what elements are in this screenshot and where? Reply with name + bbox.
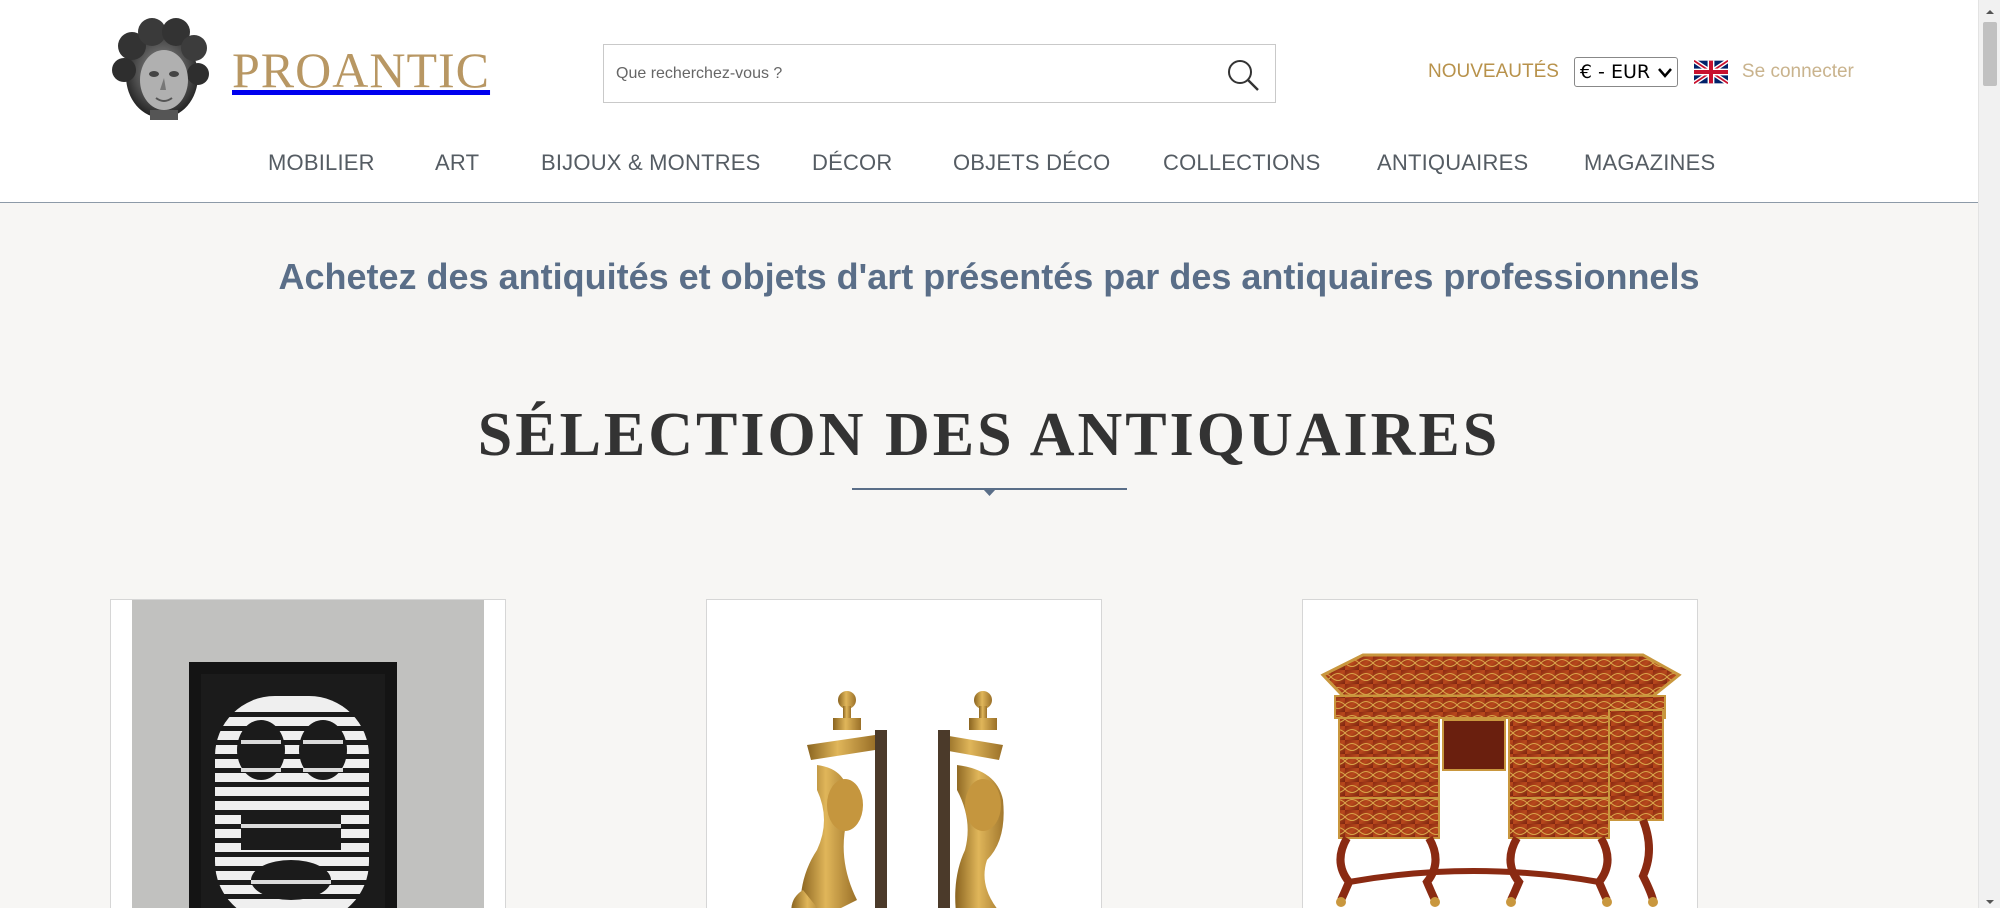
site-name: PROANTIC (232, 42, 491, 98)
gilt-andirons-image[interactable] (707, 600, 1101, 908)
cherub-head-logo-icon (110, 18, 210, 122)
page-tagline: Achetez des antiquités et objets d'art p… (278, 256, 1700, 297)
main-nav: MOBILIER ART BIJOUX & MONTRES DÉCOR OBJE… (0, 150, 1978, 180)
boulle-desk-image[interactable] (1303, 600, 1697, 908)
chevron-down-icon (1657, 61, 1672, 83)
site-header: PROANTIC NOUVEAUTÉS € - EUR (0, 0, 1978, 203)
product-card[interactable] (1302, 599, 1698, 908)
login-link[interactable]: Se connecter (1742, 61, 1854, 83)
product-card[interactable] (706, 599, 1102, 908)
header-utilities: NOUVEAUTÉS € - EUR Se connecter (1428, 56, 1854, 88)
title-divider (852, 484, 1127, 498)
currency-select[interactable]: € - EUR (1573, 57, 1678, 87)
nav-item-collections[interactable]: COLLECTIONS (1163, 150, 1320, 176)
page-scrollbar[interactable] (1978, 0, 2000, 908)
nav-item-antiquaires[interactable]: ANTIQUAIRES (1377, 150, 1528, 176)
uk-flag-icon[interactable] (1692, 58, 1730, 86)
new-arrivals-link[interactable]: NOUVEAUTÉS (1428, 61, 1559, 83)
search-icon[interactable] (1225, 57, 1261, 93)
currency-value: € - EUR (1579, 61, 1651, 83)
scroll-up-arrow-icon[interactable] (1985, 4, 1995, 14)
nav-item-bijoux-montres[interactable]: BIJOUX & MONTRES (541, 150, 761, 176)
nav-item-objets-deco[interactable]: OBJETS DÉCO (953, 150, 1110, 176)
search-input[interactable] (604, 45, 1204, 102)
section-title: SÉLECTION DES ANTIQUAIRES (477, 401, 1501, 469)
op-art-print-image[interactable] (111, 600, 505, 908)
search-box (603, 44, 1276, 103)
nav-item-mobilier[interactable]: MOBILIER (268, 150, 375, 176)
scroll-down-arrow-icon[interactable] (1985, 894, 1995, 904)
nav-item-magazines[interactable]: MAGAZINES (1584, 150, 1715, 176)
nav-item-decor[interactable]: DÉCOR (812, 150, 892, 176)
site-logo[interactable]: PROANTIC (110, 18, 490, 122)
page: PROANTIC NOUVEAUTÉS € - EUR (0, 0, 1978, 908)
nav-item-art[interactable]: ART (435, 150, 479, 176)
product-card[interactable] (110, 599, 506, 908)
scrollbar-thumb[interactable] (1983, 22, 1997, 86)
